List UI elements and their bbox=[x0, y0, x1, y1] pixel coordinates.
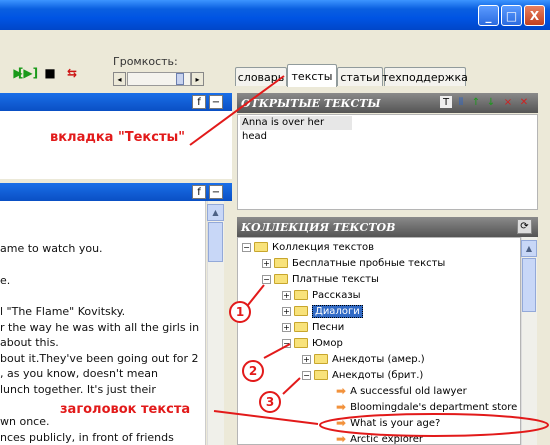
title-highlight-oval bbox=[319, 413, 549, 437]
annotation-overlay bbox=[189, 75, 549, 437]
marker-2: 2 bbox=[242, 360, 264, 382]
marker-3: 3 bbox=[259, 391, 281, 413]
marker-1: 1 bbox=[229, 301, 251, 323]
marker-3-line bbox=[282, 377, 301, 395]
title-callout-line bbox=[213, 410, 319, 425]
tab-callout-line bbox=[189, 75, 285, 146]
marker-1-line bbox=[247, 284, 265, 306]
tab-callout-text: вкладка "Тексты" bbox=[50, 130, 186, 145]
title-callout-text: заголовок текста bbox=[60, 402, 191, 417]
tab-texts[interactable]: тексты bbox=[287, 64, 337, 87]
marker-2-line bbox=[263, 343, 291, 359]
